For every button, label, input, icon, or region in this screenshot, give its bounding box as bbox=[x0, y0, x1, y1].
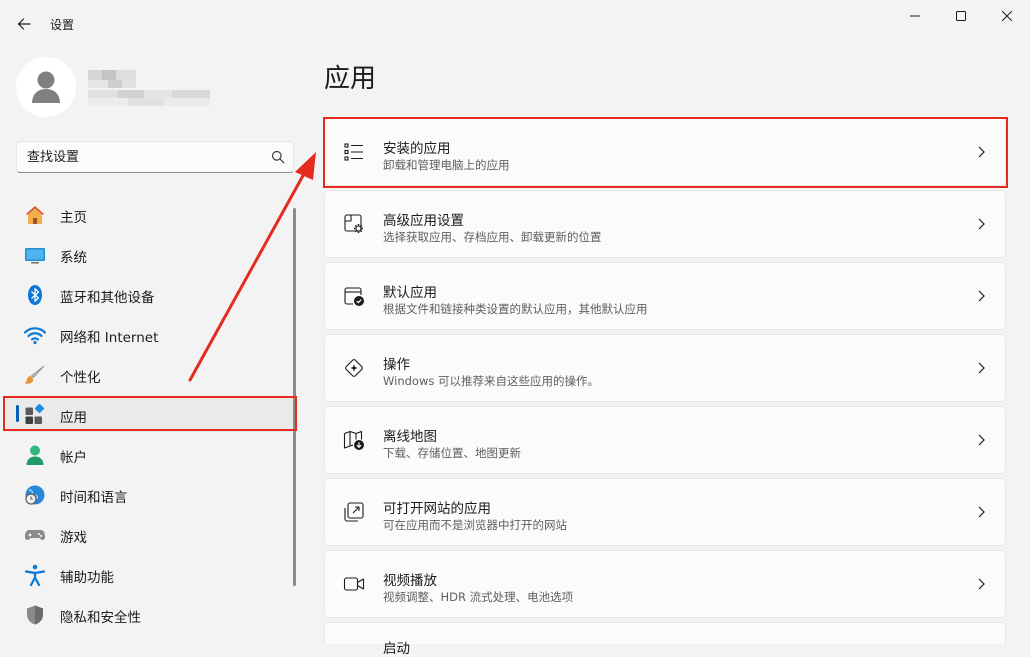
sidebar-item-label: 蓝牙和其他设备 bbox=[60, 290, 155, 306]
shield-icon bbox=[27, 605, 43, 625]
chevron-right-icon bbox=[978, 146, 985, 158]
card-apps-for-websites[interactable]: 可打开网站的应用 可在应用而不是浏览器中打开的网站 bbox=[324, 478, 1006, 546]
card-subtitle: 可在应用而不是浏览器中打开的网站 bbox=[383, 518, 567, 532]
user-silhouette-icon bbox=[32, 71, 60, 103]
chevron-right-icon bbox=[978, 434, 985, 446]
app-title: 设置 bbox=[50, 18, 75, 32]
sidebar-item-time-language[interactable]: 时间和语言 bbox=[6, 476, 294, 512]
search-icon[interactable] bbox=[271, 150, 285, 164]
sidebar-item-privacy[interactable]: 隐私和安全性 bbox=[6, 596, 294, 632]
card-title: 可打开网站的应用 bbox=[383, 501, 491, 517]
wifi-icon bbox=[24, 327, 46, 345]
card-title: 离线地图 bbox=[383, 429, 437, 445]
open-website-icon bbox=[344, 502, 364, 522]
avatar[interactable] bbox=[16, 57, 76, 117]
offline-map-icon bbox=[343, 430, 364, 450]
actions-icon bbox=[345, 359, 363, 377]
search-box[interactable] bbox=[16, 141, 294, 173]
back-button[interactable] bbox=[8, 8, 40, 40]
sidebar-item-label: 游戏 bbox=[60, 530, 87, 546]
maximize-button[interactable] bbox=[938, 0, 984, 32]
chevron-right-icon bbox=[978, 290, 985, 302]
accessibility-icon bbox=[24, 564, 46, 586]
card-advanced-app-settings[interactable]: 高级应用设置 选择获取应用、存档应用、卸载更新的位置 bbox=[324, 190, 1006, 258]
sidebar-item-label: 个性化 bbox=[60, 370, 101, 386]
page-title: 应用 bbox=[324, 64, 377, 94]
sidebar-item-apps[interactable]: 应用 bbox=[6, 396, 294, 432]
card-title: 启动 bbox=[383, 641, 410, 657]
card-title: 高级应用设置 bbox=[383, 213, 464, 229]
card-default-apps[interactable]: 默认应用 根据文件和链接种类设置的默认应用，其他默认应用 bbox=[324, 262, 1006, 330]
selection-indicator bbox=[16, 405, 19, 422]
card-subtitle: Windows 可以推荐来自这些应用的操作。 bbox=[383, 374, 599, 388]
sidebar-item-label: 网络和 Internet bbox=[60, 330, 159, 346]
sidebar-item-label: 帐户 bbox=[60, 450, 87, 466]
card-title: 操作 bbox=[383, 357, 410, 373]
sidebar-item-bluetooth[interactable]: 蓝牙和其他设备 bbox=[6, 276, 294, 312]
sidebar-item-accessibility[interactable]: 辅助功能 bbox=[6, 556, 294, 592]
sidebar-item-label: 时间和语言 bbox=[60, 490, 128, 506]
sidebar-item-label: 隐私和安全性 bbox=[60, 610, 141, 626]
account-icon bbox=[26, 445, 44, 465]
sidebar-item-network[interactable]: 网络和 Internet bbox=[6, 316, 294, 352]
bluetooth-icon bbox=[28, 285, 42, 305]
card-actions[interactable]: 操作 Windows 可以推荐来自这些应用的操作。 bbox=[324, 334, 1006, 402]
card-video-playback[interactable]: 视频播放 视频调整、HDR 流式处理、电池选项 bbox=[324, 550, 1006, 618]
card-subtitle: 卸载和管理电脑上的应用 bbox=[383, 158, 510, 172]
minimize-icon bbox=[910, 15, 920, 17]
card-offline-maps[interactable]: 离线地图 下载、存储位置、地图更新 bbox=[324, 406, 1006, 474]
minimize-button[interactable] bbox=[892, 0, 938, 32]
sidebar-item-label: 主页 bbox=[60, 210, 87, 226]
card-subtitle: 根据文件和链接种类设置的默认应用，其他默认应用 bbox=[383, 302, 648, 316]
home-icon bbox=[25, 206, 45, 224]
list-icon bbox=[344, 143, 363, 161]
back-arrow-icon bbox=[17, 18, 31, 30]
chevron-right-icon bbox=[978, 578, 985, 590]
card-installed-apps[interactable]: 安装的应用 卸载和管理电脑上的应用 bbox=[324, 118, 1006, 186]
close-button[interactable] bbox=[984, 0, 1030, 32]
video-icon bbox=[343, 577, 365, 591]
sidebar-item-label: 应用 bbox=[60, 410, 87, 426]
sidebar-scrollbar[interactable] bbox=[293, 208, 296, 586]
card-subtitle: 下载、存储位置、地图更新 bbox=[383, 446, 521, 460]
chevron-right-icon bbox=[978, 506, 985, 518]
card-title: 视频播放 bbox=[383, 573, 437, 589]
sidebar-item-accounts[interactable]: 帐户 bbox=[6, 436, 294, 472]
maximize-icon bbox=[956, 11, 966, 21]
sidebar-item-label: 系统 bbox=[60, 250, 87, 266]
profile-name-redacted bbox=[88, 70, 210, 108]
sidebar-item-personalization[interactable]: 个性化 bbox=[6, 356, 294, 392]
system-icon bbox=[25, 248, 45, 264]
clock-globe-icon bbox=[25, 485, 45, 505]
card-title: 默认应用 bbox=[383, 285, 437, 301]
card-subtitle: 选择获取应用、存档应用、卸载更新的位置 bbox=[383, 230, 602, 244]
chevron-right-icon bbox=[978, 218, 985, 230]
sidebar-item-home[interactable]: 主页 bbox=[6, 196, 294, 232]
default-apps-icon bbox=[344, 287, 364, 306]
sidebar-item-label: 辅助功能 bbox=[60, 570, 114, 586]
sidebar-item-gaming[interactable]: 游戏 bbox=[6, 516, 294, 552]
app-settings-icon bbox=[344, 214, 363, 233]
sidebar-item-system[interactable]: 系统 bbox=[6, 236, 294, 272]
chevron-right-icon bbox=[978, 362, 985, 374]
gamepad-icon bbox=[25, 530, 45, 540]
card-startup[interactable]: 启动 bbox=[324, 622, 1006, 657]
card-subtitle: 视频调整、HDR 流式处理、电池选项 bbox=[383, 590, 574, 604]
brush-icon bbox=[24, 365, 45, 384]
search-input[interactable] bbox=[17, 142, 277, 172]
card-title: 安装的应用 bbox=[383, 141, 451, 157]
close-icon bbox=[1002, 11, 1012, 21]
apps-icon bbox=[25, 404, 45, 424]
